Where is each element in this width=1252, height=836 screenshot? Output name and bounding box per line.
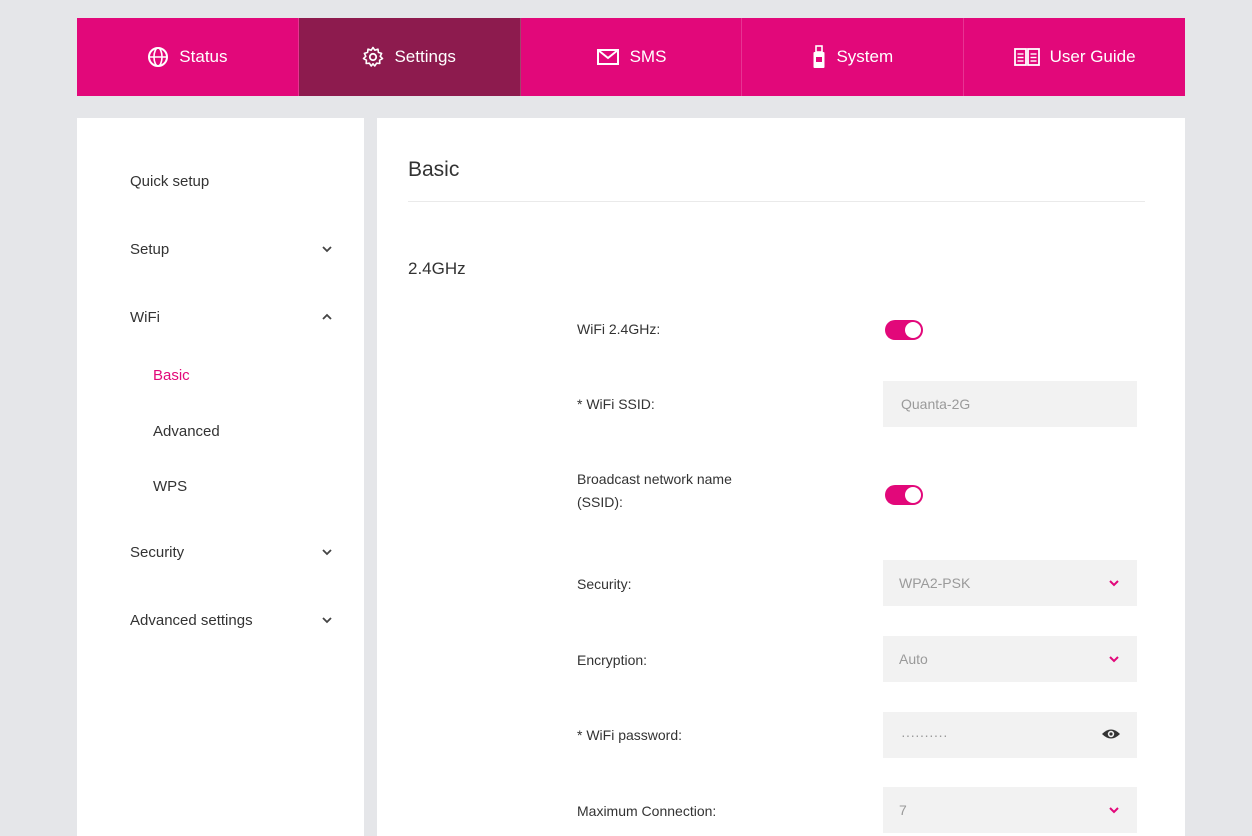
- wifi-24-label: WiFi 2.4GHz:: [577, 321, 661, 337]
- chevron-down-icon: [1107, 576, 1121, 590]
- tab-system[interactable]: System: [742, 18, 965, 96]
- sidebar-item-setup[interactable]: Setup: [130, 234, 334, 264]
- sidebar-item-advanced-settings[interactable]: Advanced settings: [130, 605, 334, 635]
- chevron-down-icon: [1107, 652, 1121, 666]
- security-value: WPA2-PSK: [899, 575, 971, 591]
- encryption-value: Auto: [899, 651, 928, 667]
- title-divider: [408, 201, 1145, 202]
- ssid-input[interactable]: [899, 395, 1121, 413]
- tab-settings[interactable]: Settings: [298, 18, 521, 96]
- sidebar-item-quick-setup[interactable]: Quick setup: [130, 166, 334, 196]
- tab-settings-label: Settings: [394, 47, 456, 66]
- sidebar-item-security[interactable]: Security: [130, 537, 334, 567]
- tab-system-label: System: [836, 47, 894, 66]
- encryption-select[interactable]: Auto: [883, 636, 1137, 682]
- sidebar-subitem-basic[interactable]: Basic: [153, 360, 190, 390]
- usb-device-icon: [812, 45, 826, 69]
- sidebar-item-label: Security: [130, 543, 185, 561]
- tab-sms-label: SMS: [629, 47, 667, 66]
- ssid-field[interactable]: [883, 381, 1137, 427]
- globe-icon: [147, 46, 169, 68]
- sidebar-subitem-wps[interactable]: WPS: [153, 471, 187, 501]
- wifi-24-toggle[interactable]: [885, 320, 923, 340]
- sidebar-item-label: Setup: [130, 240, 170, 258]
- sidebar-item-label: Advanced settings: [130, 611, 253, 629]
- gear-icon: [362, 46, 384, 68]
- max-connection-select[interactable]: 7: [883, 787, 1137, 833]
- sidebar-subitem-label: WPS: [153, 477, 188, 495]
- tab-user-guide-label: User Guide: [1049, 47, 1136, 66]
- toggle-knob: [905, 487, 921, 503]
- top-navigation: Status Settings SMS System User Guide: [77, 18, 1185, 96]
- toggle-knob: [905, 322, 921, 338]
- password-label: * WiFi password:: [577, 727, 683, 743]
- chevron-down-icon: [1107, 803, 1121, 817]
- password-field[interactable]: [883, 712, 1137, 758]
- sidebar-item-label: WiFi: [130, 308, 160, 326]
- security-select[interactable]: WPA2-PSK: [883, 560, 1137, 606]
- eye-icon[interactable]: [1101, 727, 1121, 744]
- sidebar-item-label: Quick setup: [130, 172, 210, 190]
- ssid-label: * WiFi SSID:: [577, 396, 655, 412]
- main-panel: Basic 2.4GHz WiFi 2.4GHz: * WiFi SSID: B…: [377, 118, 1185, 836]
- max-connection-value: 7: [899, 802, 907, 818]
- sidebar: Quick setup Setup WiFi Basic Advanced WP…: [77, 118, 364, 836]
- encryption-label: Encryption:: [577, 652, 648, 668]
- broadcast-label-line1: Broadcast network name: [577, 471, 732, 487]
- sidebar-subitem-advanced[interactable]: Advanced: [153, 416, 220, 446]
- envelope-icon: [596, 47, 620, 67]
- tab-user-guide[interactable]: User Guide: [964, 18, 1185, 96]
- sidebar-subitem-label: Basic: [153, 366, 190, 384]
- tab-status-label: Status: [179, 47, 228, 66]
- chevron-down-icon: [320, 613, 334, 627]
- page-title: Basic: [408, 158, 460, 181]
- section-title: 2.4GHz: [408, 259, 466, 278]
- sidebar-item-wifi[interactable]: WiFi: [130, 302, 334, 332]
- broadcast-label: Broadcast network name (SSID):: [577, 468, 732, 514]
- book-icon: [1013, 47, 1040, 67]
- chevron-down-icon: [320, 545, 334, 559]
- chevron-down-icon: [320, 242, 334, 256]
- tab-sms[interactable]: SMS: [521, 18, 743, 96]
- broadcast-ssid-toggle[interactable]: [885, 485, 923, 505]
- sidebar-subitem-label: Advanced: [153, 422, 220, 440]
- password-input[interactable]: [899, 726, 1101, 744]
- broadcast-label-line2: (SSID):: [577, 494, 623, 510]
- chevron-up-icon: [320, 310, 334, 324]
- security-label: Security:: [577, 576, 632, 592]
- tab-status[interactable]: Status: [77, 18, 299, 96]
- max-connection-label: Maximum Connection:: [577, 803, 717, 819]
